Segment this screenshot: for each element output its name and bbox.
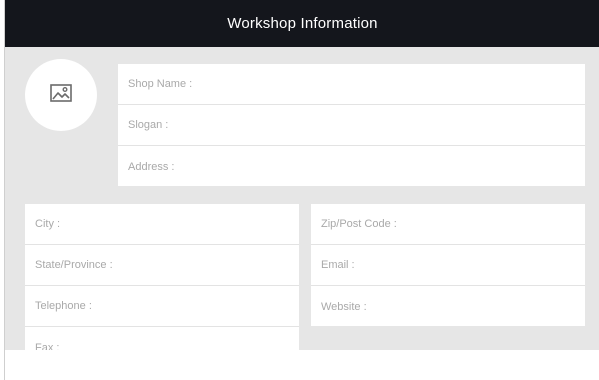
zip-post-code-label: Zip/Post Code : xyxy=(321,218,397,230)
slogan-field[interactable]: Slogan : xyxy=(118,105,585,146)
slogan-label: Slogan : xyxy=(128,119,169,131)
city-label: City : xyxy=(35,218,61,230)
workshop-info-screen: Workshop Information Shop Name : Slogan … xyxy=(4,0,599,380)
email-field[interactable]: Email : xyxy=(311,245,585,286)
telephone-label: Telephone : xyxy=(35,300,92,312)
state-province-label: State/Province : xyxy=(35,259,113,271)
header-bar: Workshop Information xyxy=(5,0,599,47)
website-field[interactable]: Website : xyxy=(311,286,585,327)
shop-name-label: Shop Name : xyxy=(128,78,193,90)
address-label: Address : xyxy=(128,160,175,173)
form-area: Shop Name : Slogan : Address : City : St… xyxy=(5,47,599,350)
image-icon xyxy=(50,83,72,107)
page-title: Workshop Information xyxy=(227,15,378,32)
email-label: Email : xyxy=(321,259,355,271)
contact-card: Zip/Post Code : Email : Website : xyxy=(311,204,585,326)
shop-name-field[interactable]: Shop Name : xyxy=(118,64,585,105)
location-card: City : State/Province : Telephone : Fax … xyxy=(25,204,299,350)
fax-field[interactable]: Fax : xyxy=(25,327,299,351)
telephone-field[interactable]: Telephone : xyxy=(25,286,299,327)
website-label: Website : xyxy=(321,300,367,313)
address-field[interactable]: Address : xyxy=(118,146,585,187)
fax-label: Fax : xyxy=(35,341,60,351)
shop-details-card: Shop Name : Slogan : Address : xyxy=(118,64,585,186)
state-province-field[interactable]: State/Province : xyxy=(25,245,299,286)
logo-upload-button[interactable] xyxy=(25,59,97,131)
city-field[interactable]: City : xyxy=(25,204,299,245)
zip-post-code-field[interactable]: Zip/Post Code : xyxy=(311,204,585,245)
